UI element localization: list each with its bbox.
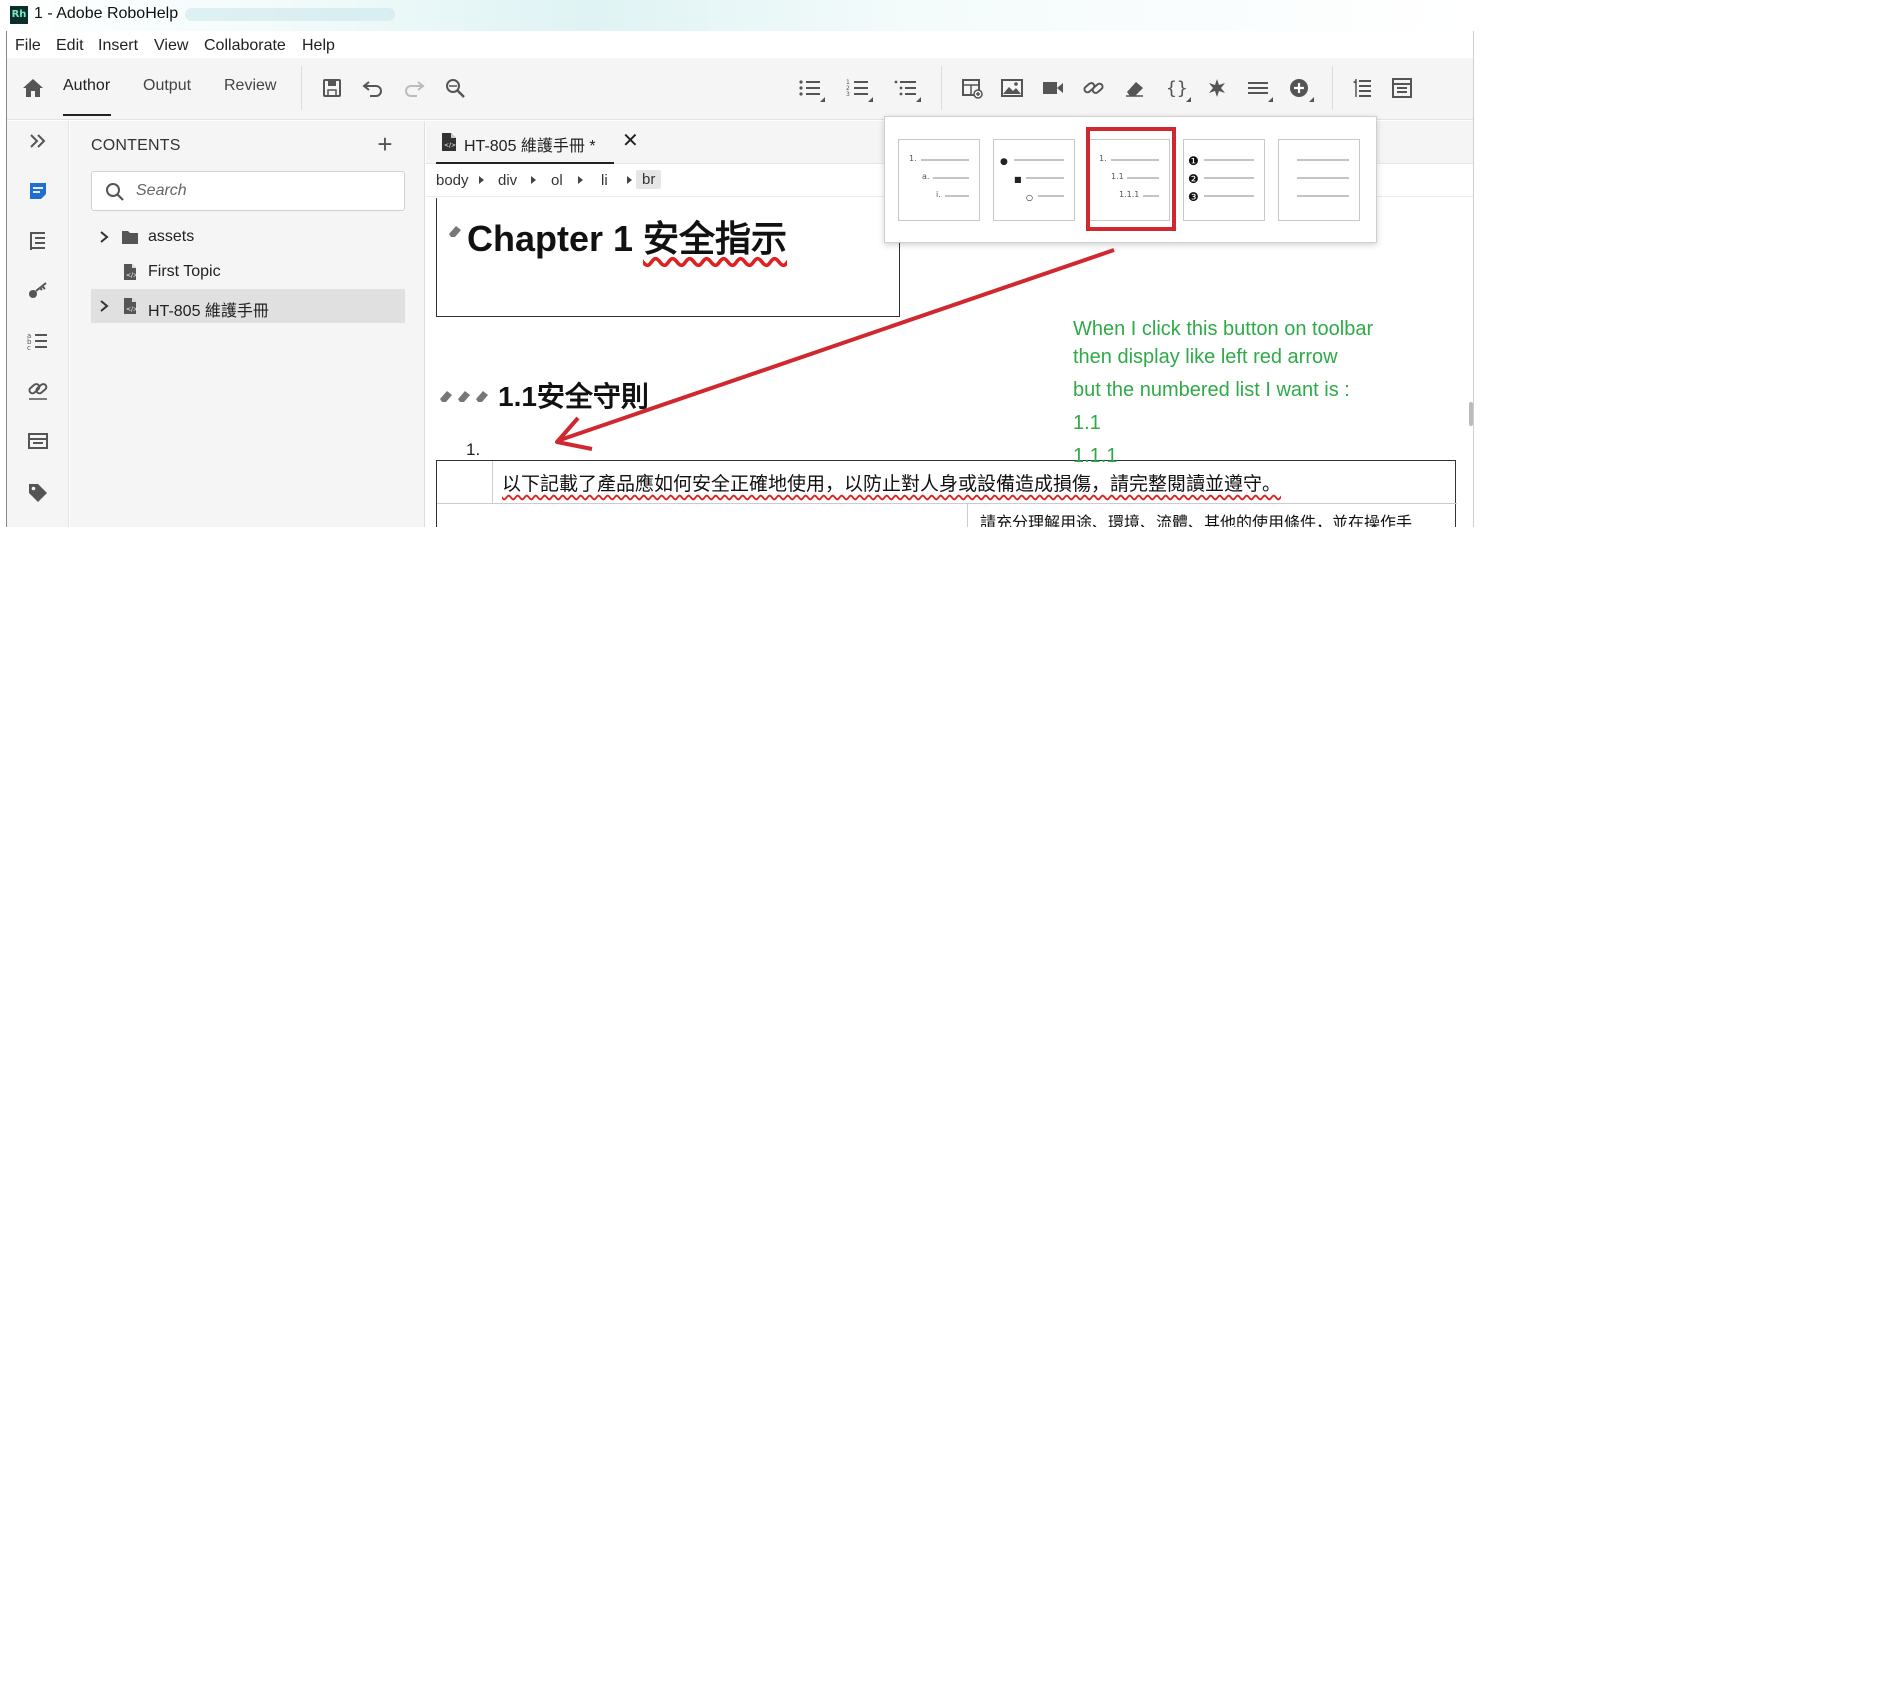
- annotation-line-4: 1.1: [1073, 412, 1101, 434]
- annotation-line-1: When I click this button on toolbar: [1073, 318, 1374, 340]
- annotation-line-3: but the numbered list I want is :: [1073, 379, 1350, 401]
- red-arrow-annotation: [555, 248, 1115, 451]
- annotation-line-5: 1.1.1: [1073, 445, 1118, 467]
- annotation-line-2: then display like left red arrow: [1073, 346, 1338, 368]
- robohelp-window: Rh 1 - Adobe RoboHelp File Edit Insert V…: [0, 0, 1474, 527]
